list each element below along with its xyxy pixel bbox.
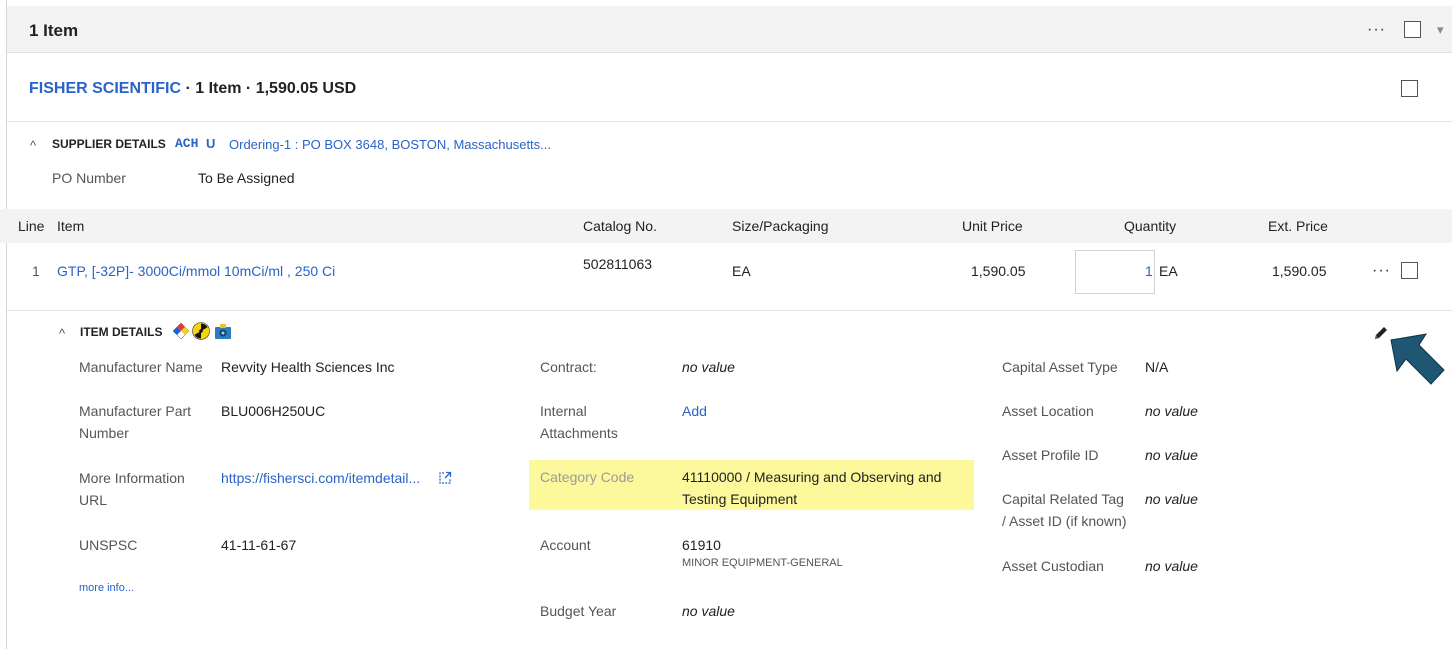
header-select-checkbox[interactable]	[1404, 21, 1421, 38]
col-line: Line	[18, 218, 45, 234]
item-name-link[interactable]: GTP, [-32P]- 3000Ci/mmol 10mCi/ml , 250 …	[57, 263, 335, 279]
mpn-value: BLU006H250UC	[221, 403, 326, 419]
external-link-icon[interactable]	[438, 471, 452, 485]
ext-price: 1,590.05	[1272, 263, 1327, 279]
col-size: Size/Packaging	[732, 218, 829, 234]
unspsc-label: UNSPSC	[79, 537, 138, 553]
quantity-value: 1	[1145, 263, 1153, 279]
more-info-url-link[interactable]: https://fishersci.com/itemdetail...	[221, 470, 420, 486]
camera-icon	[215, 324, 231, 339]
manufacturer-name-label: Manufacturer Name	[79, 359, 203, 375]
size-packaging: EA	[732, 263, 751, 279]
asset-profile-id-label: Asset Profile ID	[1002, 447, 1099, 463]
budget-year-label: Budget Year	[540, 603, 617, 619]
item-details-toggle[interactable]: ^	[59, 326, 65, 341]
page-title: 1 Item	[29, 21, 79, 40]
capital-tag-label-line1: Capital Related Tag	[1002, 491, 1124, 507]
divider	[7, 310, 1452, 311]
capital-tag-label-line2: / Asset ID (if known)	[1002, 513, 1127, 529]
manufacturer-name-value: Revvity Health Sciences Inc	[221, 359, 395, 375]
contract-value: no value	[682, 359, 735, 375]
row-more-button[interactable]: ···	[1372, 262, 1391, 280]
supplier-select-checkbox[interactable]	[1401, 80, 1418, 97]
category-code-value-line2: Testing Equipment	[682, 491, 798, 507]
supplier-details-label: SUPPLIER DETAILS	[52, 137, 166, 151]
capital-asset-type-label: Capital Asset Type	[1002, 359, 1118, 375]
contract-label: Contract:	[540, 359, 597, 375]
arrow-icon	[1390, 333, 1445, 385]
category-code-value-line1: 41110000 / Measuring and Observing and	[682, 469, 942, 485]
mpn-label-line2: Number	[79, 425, 129, 441]
supplier-address-link[interactable]: Ordering-1 : PO BOX 3648, BOSTON, Massac…	[229, 137, 551, 152]
more-info-link[interactable]: more info...	[79, 582, 134, 594]
add-attachment-link[interactable]: Add	[682, 403, 707, 419]
quantity-input[interactable]	[1075, 250, 1155, 294]
po-number-value: To Be Assigned	[198, 170, 295, 186]
supplier-title: FISHER SCIENTIFIC · 1 Item · 1,590.05 US…	[29, 80, 356, 98]
category-code-label: Category Code	[540, 469, 635, 485]
radioactive-icon	[192, 322, 210, 340]
account-description: MINOR EQUIPMENT-GENERAL	[682, 557, 843, 569]
url-label-line2: URL	[79, 492, 108, 508]
budget-year-value: no value	[682, 603, 735, 619]
quantity-unit: EA	[1159, 263, 1178, 279]
account-label: Account	[540, 537, 591, 553]
url-label-line1: More Information	[79, 470, 185, 486]
po-number-label: PO Number	[52, 170, 126, 186]
row-select-checkbox[interactable]	[1401, 262, 1418, 279]
col-quantity: Quantity	[1124, 218, 1177, 234]
catalog-number: 502811063	[583, 256, 653, 272]
col-unit-price: Unit Price	[962, 218, 1023, 234]
items-header	[7, 6, 1452, 53]
attachments-label-line2: Attachments	[540, 425, 618, 441]
col-item: Item	[57, 218, 85, 234]
mpn-label-line1: Manufacturer Part	[79, 403, 192, 419]
table-header	[0, 209, 1452, 243]
supplier-name-link[interactable]: FISHER SCIENTIFIC	[29, 80, 181, 97]
asset-location-value: no value	[1145, 403, 1198, 419]
col-catalog: Catalog No.	[583, 218, 657, 234]
asset-custodian-label: Asset Custodian	[1002, 558, 1104, 574]
capital-asset-type-value: N/A	[1145, 359, 1169, 375]
row-line-number: 1	[32, 263, 40, 279]
header-more-button[interactable]: ···	[1367, 21, 1386, 39]
col-ext-price: Ext. Price	[1268, 218, 1328, 234]
hazard-diamond-icon	[173, 323, 189, 339]
account-value: 61910	[682, 537, 721, 553]
supplier-summary: · 1 Item · 1,590.05 USD	[181, 80, 357, 97]
supplier-details-toggle[interactable]: ^	[30, 138, 36, 153]
divider	[7, 121, 1452, 122]
header-dropdown-icon[interactable]: ▾	[1437, 22, 1444, 38]
capital-tag-value: no value	[1145, 491, 1198, 507]
attachments-label-line1: Internal	[540, 403, 587, 419]
unit-price: 1,590.05	[971, 263, 1026, 279]
item-details-label: ITEM DETAILS	[80, 325, 163, 339]
ach-badge: ACH	[175, 136, 199, 151]
asset-custodian-value: no value	[1145, 558, 1198, 574]
u-badge: U	[206, 136, 216, 151]
unspsc-value: 41-11-61-67	[221, 537, 297, 553]
asset-location-label: Asset Location	[1002, 403, 1094, 419]
asset-profile-id-value: no value	[1145, 447, 1198, 463]
